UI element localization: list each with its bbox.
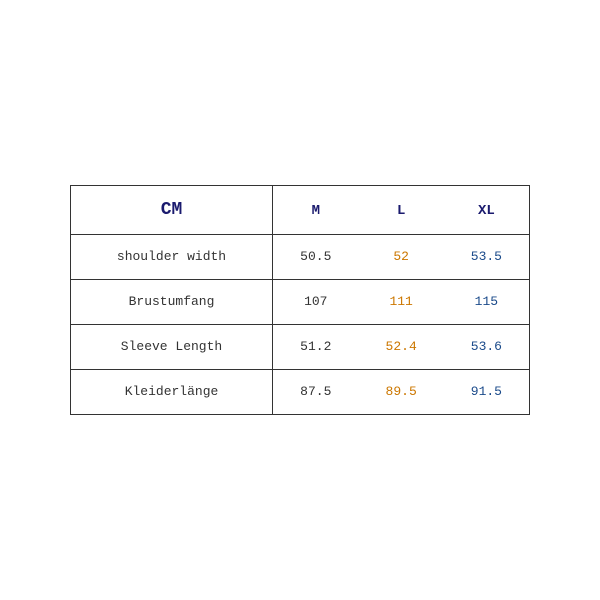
size-table: CM M L XL shoulder width 50.5 <box>71 186 529 414</box>
header-cm: CM <box>71 186 273 235</box>
row-m-3: 87.5 <box>273 370 359 415</box>
size-table-wrapper: CM M L XL shoulder width 50.5 <box>70 185 530 415</box>
table-row: shoulder width 50.5 52 53.5 <box>71 235 529 280</box>
header-xl: XL <box>444 186 529 235</box>
row-label-1: Brustumfang <box>71 280 273 325</box>
row-l-1: 111 <box>359 280 444 325</box>
header-l: L <box>359 186 444 235</box>
row-l-3: 89.5 <box>359 370 444 415</box>
header-m: M <box>273 186 359 235</box>
table-row: Sleeve Length 51.2 52.4 53.6 <box>71 325 529 370</box>
row-m-2: 51.2 <box>273 325 359 370</box>
table-row: Brustumfang 107 111 115 <box>71 280 529 325</box>
row-xl-1: 115 <box>444 280 529 325</box>
row-xl-3: 91.5 <box>444 370 529 415</box>
row-m-1: 107 <box>273 280 359 325</box>
row-label-0: shoulder width <box>71 235 273 280</box>
row-xl-0: 53.5 <box>444 235 529 280</box>
row-m-0: 50.5 <box>273 235 359 280</box>
row-l-0: 52 <box>359 235 444 280</box>
row-l-2: 52.4 <box>359 325 444 370</box>
row-label-2: Sleeve Length <box>71 325 273 370</box>
row-xl-2: 53.6 <box>444 325 529 370</box>
row-label-3: Kleiderlänge <box>71 370 273 415</box>
table-row: Kleiderlänge 87.5 89.5 91.5 <box>71 370 529 415</box>
table-header-row: CM M L XL <box>71 186 529 235</box>
